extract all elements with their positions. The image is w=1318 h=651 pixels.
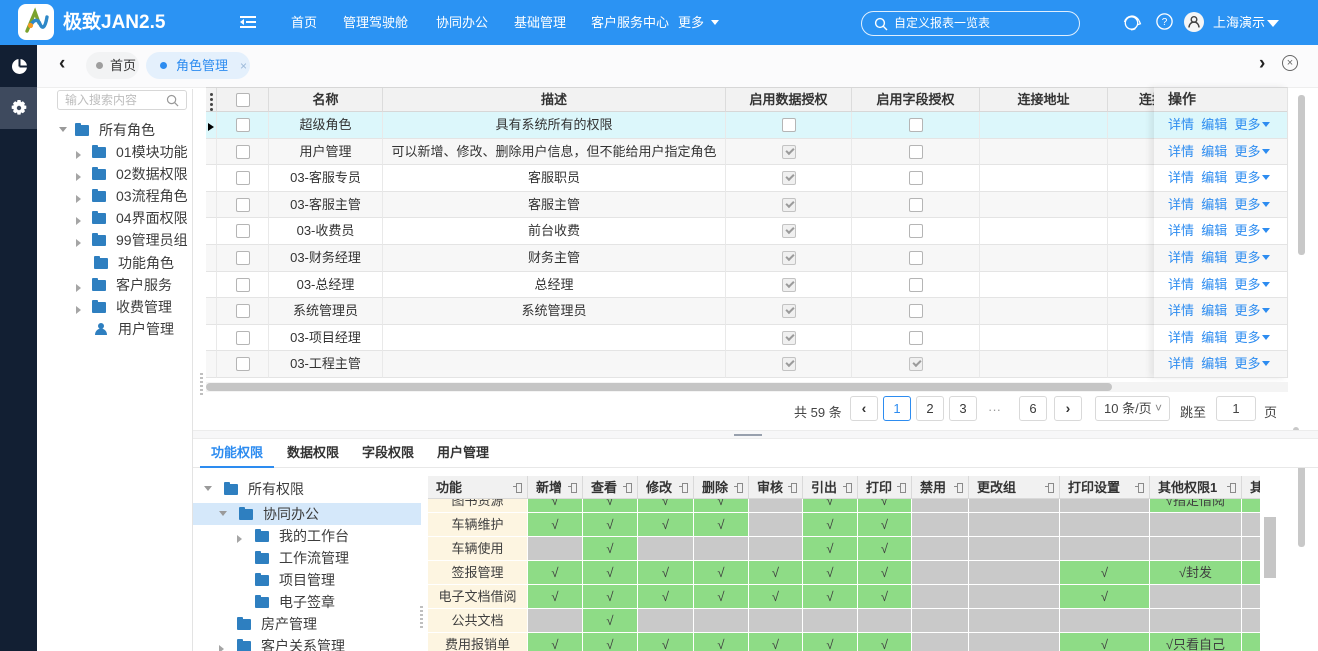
svg-text:?: ? xyxy=(1162,17,1168,28)
